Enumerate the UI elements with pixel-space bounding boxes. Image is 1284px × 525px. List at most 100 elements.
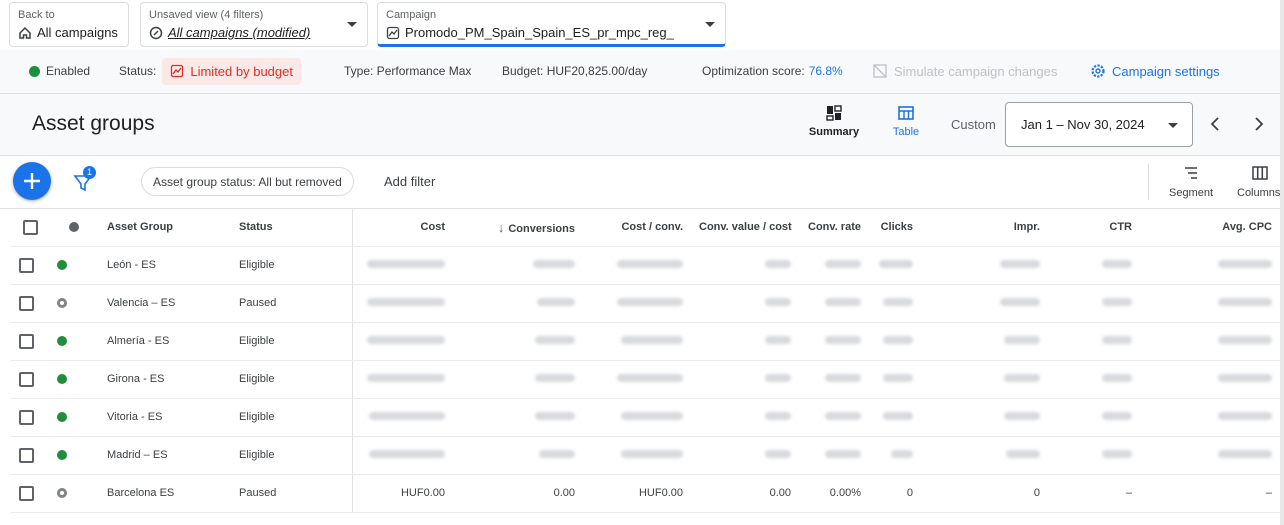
asset-group-name[interactable]: León - ES: [99, 246, 231, 285]
table-header-row: Asset Group Status Cost ↓ Conversions Cos…: [11, 209, 1280, 247]
redacted-value: [765, 374, 791, 382]
row-checkbox[interactable]: [19, 371, 34, 387]
table-row[interactable]: Valencia – ES Paused: [11, 284, 1280, 323]
redacted-value: [825, 450, 861, 458]
asset-group-name[interactable]: Girona - ES: [99, 360, 231, 399]
table-row[interactable]: Girona - ES Eligible: [11, 360, 1280, 399]
status-dot-header: [49, 209, 99, 247]
cost-per-conv-column-header[interactable]: Cost / conv.: [583, 209, 691, 247]
clicks-column-header[interactable]: Clicks: [869, 209, 921, 247]
eligible-status-icon: [57, 336, 67, 347]
summary-icon: [826, 105, 842, 121]
redacted-value: [621, 450, 683, 458]
avg-cpc-column-header[interactable]: Avg. CPC: [1140, 209, 1280, 247]
ctr-column-header[interactable]: CTR: [1048, 209, 1140, 247]
redacted-value: [1218, 298, 1272, 306]
asset-group-status-filter-chip[interactable]: Asset group status: All but removed: [141, 167, 354, 196]
table-row[interactable]: Madrid – ES Eligible: [11, 436, 1280, 475]
redacted-value: [539, 450, 575, 458]
redacted-value: [535, 374, 575, 382]
table-row[interactable]: Vitoria - ES Eligible: [11, 398, 1280, 437]
conversions-column-header[interactable]: ↓ Conversions: [453, 209, 583, 247]
columns-button[interactable]: Columns: [1232, 165, 1280, 199]
redacted-value: [883, 336, 913, 344]
top-bar: Back to All campaigns Unsaved view (4 fi…: [0, 0, 1280, 50]
next-period-icon[interactable]: [1251, 115, 1267, 133]
table-row[interactable]: Almería - ES Eligible: [11, 322, 1280, 361]
sort-descending-icon: ↓: [497, 219, 505, 235]
chevron-down-icon: [347, 22, 357, 27]
campaign-settings-button[interactable]: Campaign settings: [1090, 50, 1220, 92]
row-checkbox[interactable]: [19, 485, 34, 501]
back-value: All campaigns: [37, 25, 118, 40]
redacted-value: [1102, 298, 1132, 306]
impr-cell: 0: [921, 474, 1048, 513]
summary-view-button[interactable]: Summary: [804, 104, 864, 138]
row-checkbox[interactable]: [19, 257, 34, 273]
asset-group-name[interactable]: Vitoria - ES: [99, 398, 231, 437]
redacted-value: [883, 412, 913, 420]
limited-by-budget-badge[interactable]: Limited by budget: [162, 57, 301, 85]
add-asset-group-button[interactable]: [13, 162, 51, 200]
optimization-score-value: 76.8%: [808, 64, 843, 78]
redacted-value: [1218, 450, 1272, 458]
status-column-header[interactable]: Status: [231, 209, 353, 247]
redacted-value: [825, 260, 861, 268]
table-view-button[interactable]: Table: [876, 104, 936, 138]
asset-group-column-header[interactable]: Asset Group: [99, 209, 231, 247]
redacted-value: [1006, 450, 1040, 458]
asset-group-status: Eligible: [231, 436, 353, 475]
campaign-dropdown[interactable]: Campaign Promodo_PM_Spain_Spain_ES_pr_mp…: [377, 2, 726, 47]
page-header: Asset groups Summary Table Custom Jan 1 …: [0, 94, 1280, 156]
redacted-value: [617, 260, 683, 268]
back-to-campaigns[interactable]: Back to All campaigns: [9, 2, 129, 47]
cost-column-header[interactable]: Cost: [352, 209, 453, 247]
columns-label: Columns: [1237, 187, 1280, 199]
redacted-value: [825, 412, 861, 420]
status-label: Status:: [119, 64, 157, 78]
previous-period-icon[interactable]: [1207, 115, 1223, 133]
redacted-value: [1004, 336, 1040, 344]
enabled-status[interactable]: Enabled: [29, 50, 90, 92]
redacted-value: [533, 260, 575, 268]
add-filter-button[interactable]: Add filter: [384, 174, 435, 189]
impr-column-header[interactable]: Impr.: [921, 209, 1048, 247]
simulate-campaign-changes-button[interactable]: Simulate campaign changes: [872, 50, 1057, 92]
select-all-cell: [11, 209, 49, 247]
budget[interactable]: Budget: HUF20,825.00/day: [502, 50, 647, 92]
asset-group-status: Paused: [231, 284, 353, 323]
asset-group-status: Eligible: [231, 322, 353, 361]
table-label: Table: [892, 126, 920, 138]
table-row[interactable]: Barcelona ES Paused HUF0.00 0.00 HUF0.00…: [11, 474, 1280, 513]
redacted-value: [825, 374, 861, 382]
table-row[interactable]: León - ES Eligible: [11, 246, 1280, 285]
paused-status-icon: [57, 298, 67, 309]
asset-group-status: Paused: [231, 474, 353, 513]
segment-button[interactable]: Segment: [1162, 165, 1220, 199]
status-value: Limited by budget: [190, 63, 293, 79]
date-range-picker[interactable]: Jan 1 – Nov 30, 2024: [1005, 102, 1193, 147]
row-checkbox[interactable]: [19, 447, 34, 463]
table-toolbar: 1 Asset group status: All but removed Ad…: [0, 156, 1280, 209]
row-checkbox[interactable]: [19, 409, 34, 425]
conv-rate-column-header[interactable]: Conv. rate: [799, 209, 869, 247]
view-value: All campaigns (modified): [168, 25, 311, 40]
asset-group-name[interactable]: Valencia – ES: [99, 284, 231, 323]
filter-button[interactable]: 1: [73, 166, 99, 194]
asset-group-status: Eligible: [231, 360, 353, 399]
select-all-checkbox[interactable]: [22, 219, 38, 235]
row-checkbox[interactable]: [19, 295, 34, 311]
redacted-value: [367, 374, 445, 382]
redacted-value: [621, 412, 683, 420]
asset-group-name[interactable]: Barcelona ES: [99, 474, 231, 513]
asset-group-name[interactable]: Madrid – ES: [99, 436, 231, 475]
optimization-score[interactable]: Optimization score: 76.8%: [702, 50, 843, 92]
eligible-status-icon: [57, 260, 67, 271]
row-checkbox[interactable]: [19, 333, 34, 349]
conv-value-cost-column-header[interactable]: Conv. value / cost: [691, 209, 799, 247]
date-range-value: Jan 1 – Nov 30, 2024: [1021, 117, 1145, 132]
redacted-value: [883, 374, 913, 382]
view-dropdown[interactable]: Unsaved view (4 filters) All campaigns (…: [140, 2, 368, 47]
asset-group-name[interactable]: Almería - ES: [99, 322, 231, 361]
conversions-header-label: Conversions: [508, 222, 575, 235]
